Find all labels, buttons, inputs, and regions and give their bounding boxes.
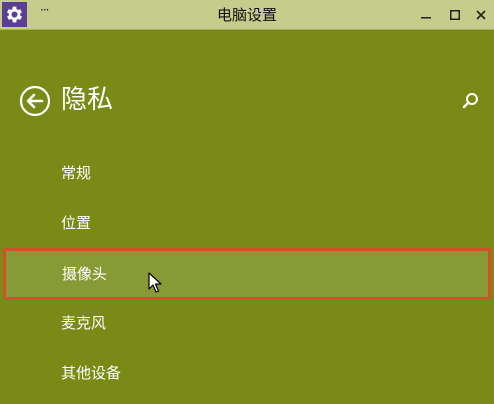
menu-item-camera[interactable]: 摄像头 xyxy=(3,248,491,300)
search-icon xyxy=(462,93,478,109)
close-button[interactable] xyxy=(466,0,494,30)
settings-window: ··· 电脑设置 隐私 常规 位置 摄像头 麦克风 其他设备 xyxy=(0,0,494,404)
search-button[interactable] xyxy=(460,90,482,112)
close-icon xyxy=(476,10,486,20)
back-button[interactable] xyxy=(19,85,51,117)
menu-item-general[interactable]: 常规 xyxy=(0,148,494,198)
menu-item-other-devices[interactable]: 其他设备 xyxy=(0,348,494,398)
title-bar: ··· 电脑设置 xyxy=(0,0,494,30)
menu-item-microphone[interactable]: 麦克风 xyxy=(0,298,494,348)
back-arrow-icon xyxy=(19,85,51,117)
menu-item-location[interactable]: 位置 xyxy=(0,198,494,248)
minimize-button[interactable] xyxy=(411,0,441,30)
maximize-icon xyxy=(450,10,460,20)
page-title: 隐私 xyxy=(61,85,114,115)
mouse-pointer-icon xyxy=(148,272,162,293)
minimize-icon xyxy=(421,17,431,19)
